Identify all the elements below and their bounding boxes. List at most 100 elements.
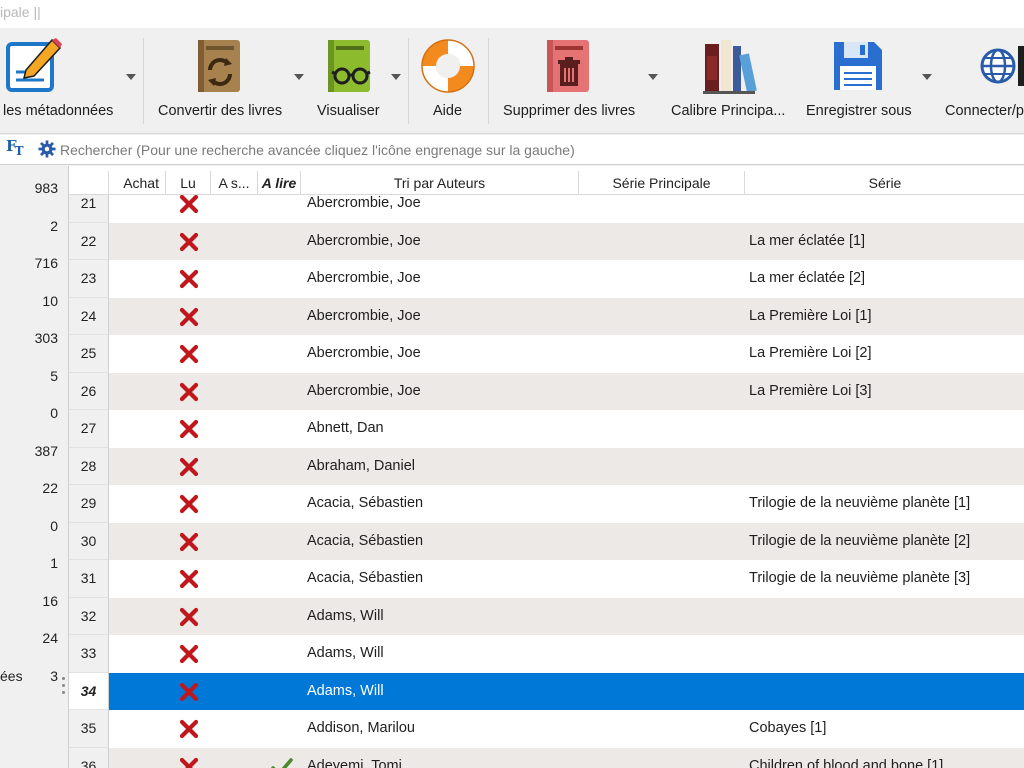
edit-metadata-label: les métadonnées [3,103,114,119]
help-button[interactable]: Aide [415,28,483,133]
connect-share-button[interactable]: Connecter/p [940,28,1024,133]
row-cells[interactable]: Abercrombie, Joe La mer éclatée [2] [109,260,1024,298]
tag-count[interactable]: 716 [35,255,58,271]
row-cells[interactable]: Adams, Will [109,597,1024,635]
library-button[interactable]: Calibre Principa... [665,28,795,133]
row-cells[interactable]: Acacia, Sébastien Trilogie de la neuvième… [109,485,1024,523]
tag-count[interactable]: 22 [42,480,58,496]
book-list-table: Achat Lu A s... A lire Tri par Auteurs S… [68,166,1024,768]
column-header-auteurs[interactable]: Tri par Auteurs [301,171,579,195]
table-row[interactable]: 36 Adeyemi, Tomi Children of blood and bon… [69,747,1024,768]
full-text-search-icon[interactable]: FT [6,137,24,158]
search-input[interactable] [60,137,1010,163]
table-row[interactable]: 31 Acacia, Sébastien Trilogie de la neuviè… [69,560,1024,598]
edit-metadata-dropdown-arrow[interactable] [126,74,136,80]
edit-metadata-icon [6,38,62,92]
save-as-dropdown-arrow[interactable] [922,74,932,80]
row-cells[interactable]: Abercrombie, Joe [109,195,1024,223]
series-cell [749,673,1024,711]
table-row[interactable]: 28 Abraham, Daniel [69,447,1024,485]
row-cells[interactable]: Abnett, Dan [109,410,1024,448]
table-row[interactable]: 21 Abercrombie, Joe [69,195,1024,223]
view-book-button[interactable]: Visualiser [312,28,392,133]
column-header-lu[interactable]: Lu [166,171,211,195]
row-number[interactable]: 24 [69,297,109,335]
tag-count[interactable]: 16 [42,593,58,609]
row-number[interactable]: 36 [69,747,109,768]
row-number[interactable]: 21 [69,195,109,223]
tag-count[interactable]: 0 [50,405,58,421]
tag-count[interactable]: 387 [35,443,58,459]
author-cell: Acacia, Sébastien [307,495,424,511]
tag-count[interactable]: 5 [50,368,58,384]
convert-books-button[interactable]: Convertir des livres [150,28,295,133]
row-number[interactable]: 34 [69,672,109,710]
row-number[interactable]: 35 [69,710,109,748]
row-number[interactable]: 23 [69,260,109,298]
column-header-serie[interactable]: Série [745,171,1024,195]
author-cell: Acacia, Sébastien [307,570,424,586]
row-cells[interactable]: Addison, Marilou Cobayes [1] [109,710,1024,748]
row-number[interactable]: 31 [69,560,109,598]
pane-splitter-handle[interactable] [62,674,66,702]
table-row[interactable]: 25 Abercrombie, Joe La Première Loi [2] [69,335,1024,373]
tag-category-label[interactable]: ées [0,668,23,684]
row-cells[interactable]: Adams, Will [109,635,1024,673]
tag-count[interactable]: 2 [50,218,58,234]
row-number[interactable]: 25 [69,335,109,373]
table-row[interactable]: 29 Acacia, Sébastien Trilogie de la neuviè… [69,485,1024,523]
table-row[interactable]: 33 Adams, Will [69,635,1024,673]
delete-books-button[interactable]: Supprimer des livres [495,28,645,133]
table-row[interactable]: 22 Abercrombie, Joe La mer éclatée [1] [69,222,1024,260]
table-row[interactable]: 35 Addison, Marilou Cobayes [1] [69,710,1024,748]
window-title: ipale || [0,0,1024,28]
series-cell: La Première Loi [1] [749,307,872,324]
table-row[interactable]: 26 Abercrombie, Joe La Première Loi [3] [69,372,1024,410]
delete-books-dropdown-arrow[interactable] [648,74,658,80]
edit-metadata-button[interactable]: les métadonnées [0,28,125,133]
table-row[interactable]: 30 Acacia, Sébastien Trilogie de la neuviè… [69,522,1024,560]
column-header-a-lire[interactable]: A lire [258,171,301,195]
search-bar: FT [0,135,1024,165]
column-header-achat[interactable]: Achat [109,171,166,195]
tag-count[interactable]: 303 [35,330,58,346]
column-header-serie-principale[interactable]: Série Principale [579,171,745,195]
tag-count[interactable]: 1 [50,555,58,571]
tag-count[interactable]: 24 [42,630,58,646]
author-cell: Adams, Will [307,645,384,661]
row-number[interactable]: 32 [69,597,109,635]
tag-count[interactable]: 10 [42,293,58,309]
author-cell: Adams, Will [307,682,384,699]
row-number[interactable]: 22 [69,222,109,260]
tag-count[interactable]: 983 [35,180,58,196]
tag-count[interactable]: 3 [50,668,58,684]
row-number[interactable]: 30 [69,522,109,560]
table-row[interactable]: 32 Adams, Will [69,597,1024,635]
gear-icon[interactable] [38,140,56,158]
column-header-a-suivre[interactable]: A s... [211,171,258,195]
tag-count[interactable]: 0 [50,518,58,534]
row-number[interactable]: 33 [69,635,109,673]
row-number[interactable]: 26 [69,372,109,410]
row-number[interactable]: 28 [69,447,109,485]
row-cells[interactable]: Adeyemi, Tomi Children of blood and bone … [109,747,1024,768]
view-book-dropdown-arrow[interactable] [391,74,401,80]
table-row[interactable]: 23 Abercrombie, Joe La mer éclatée [2] [69,260,1024,298]
row-number[interactable]: 29 [69,485,109,523]
row-cells[interactable]: Acacia, Sébastien Trilogie de la neuvième… [109,560,1024,598]
save-as-button[interactable]: Enregistrer sous [800,28,920,133]
table-row[interactable]: 34 Adams, Will [69,672,1024,711]
row-cells[interactable]: Abercrombie, Joe La mer éclatée [1] [109,222,1024,260]
row-cells[interactable]: Abercrombie, Joe La Première Loi [1] [109,297,1024,335]
row-cells[interactable]: Abercrombie, Joe La Première Loi [2] [109,335,1024,373]
author-cell: Adams, Will [307,607,384,624]
not-read-x-icon [179,382,199,402]
convert-books-dropdown-arrow[interactable] [294,74,304,80]
table-row[interactable]: 24 Abercrombie, Joe La Première Loi [1] [69,297,1024,335]
table-row[interactable]: 27 Abnett, Dan [69,410,1024,448]
row-cells[interactable]: Acacia, Sébastien Trilogie de la neuvième… [109,522,1024,560]
row-cells[interactable]: Adams, Will [109,672,1024,711]
row-number[interactable]: 27 [69,410,109,448]
row-cells[interactable]: Abercrombie, Joe La Première Loi [3] [109,372,1024,410]
row-cells[interactable]: Abraham, Daniel [109,447,1024,485]
